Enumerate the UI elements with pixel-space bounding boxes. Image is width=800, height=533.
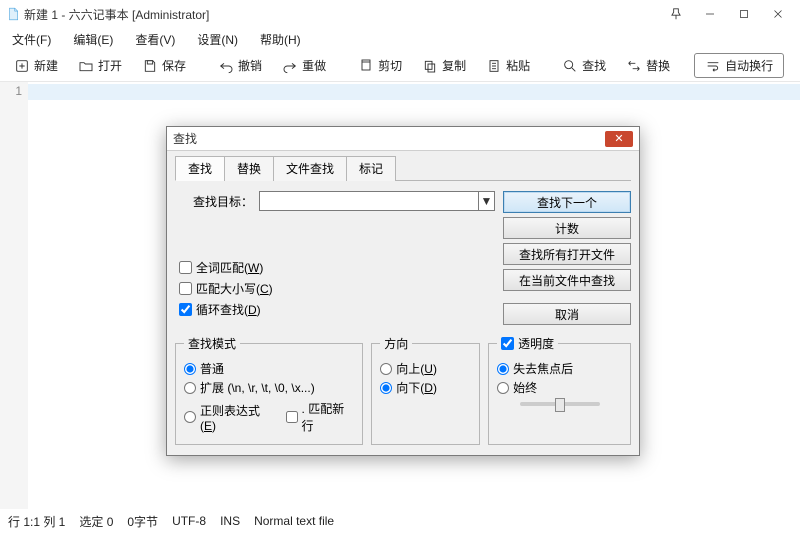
direction-down[interactable]: 向下(D) (380, 379, 471, 396)
tab-mark[interactable]: 标记 (346, 156, 396, 181)
search-mode-group: 查找模式 普通 扩展 (\n, \r, \t, \0, \x...) 正则表达式… (175, 335, 363, 445)
transparency-group: 透明度 失去焦点后 始终 (488, 335, 631, 445)
transparency-legend[interactable]: 透明度 (497, 335, 558, 352)
tab-find[interactable]: 查找 (175, 156, 225, 181)
new-icon (14, 58, 30, 74)
find-label: 查找 (582, 57, 606, 74)
find-in-current-button[interactable]: 在当前文件中查找 (503, 269, 631, 291)
menu-bar: 文件(F) 编辑(E) 查看(V) 设置(N) 帮助(H) (0, 28, 800, 50)
count-button[interactable]: 计数 (503, 217, 631, 239)
pin-icon[interactable] (668, 6, 684, 22)
open-label: 打开 (98, 57, 122, 74)
status-encoding: UTF-8 (172, 514, 206, 528)
replace-label: 替换 (646, 57, 670, 74)
dialog-close-button[interactable]: ✕ (605, 131, 633, 147)
save-icon (142, 58, 158, 74)
copy-icon (422, 58, 438, 74)
find-target-input[interactable] (260, 192, 478, 210)
replace-button[interactable]: 替换 (618, 54, 678, 77)
copy-button[interactable]: 复制 (414, 54, 474, 77)
dialog-title-bar[interactable]: 查找 ✕ (167, 127, 639, 151)
status-bar: 行 1:1 列 1 选定 0 0字节 UTF-8 INS Normal text… (0, 509, 800, 533)
open-button[interactable]: 打开 (70, 54, 130, 77)
close-button[interactable] (770, 6, 786, 22)
replace-icon (626, 58, 642, 74)
status-position: 行 1:1 列 1 (8, 513, 65, 530)
mode-normal[interactable]: 普通 (184, 360, 354, 377)
dot-matches-newline[interactable]: . 匹配新行 (286, 400, 355, 434)
title-bar: 新建 1 - 六六记事本 [Administrator] (0, 0, 800, 28)
search-mode-legend: 查找模式 (184, 335, 240, 352)
save-button[interactable]: 保存 (134, 54, 194, 77)
find-all-open-button[interactable]: 查找所有打开文件 (503, 243, 631, 265)
redo-label: 重做 (302, 57, 326, 74)
window-title: 新建 1 - 六六记事本 [Administrator] (24, 6, 209, 23)
paste-icon (486, 58, 502, 74)
copy-label: 复制 (442, 57, 466, 74)
menu-file[interactable]: 文件(F) (6, 29, 57, 50)
find-button[interactable]: 查找 (554, 54, 614, 77)
search-icon (562, 58, 578, 74)
save-label: 保存 (162, 57, 186, 74)
redo-icon (282, 58, 298, 74)
direction-legend: 方向 (380, 335, 412, 352)
redo-button[interactable]: 重做 (274, 54, 334, 77)
tab-replace[interactable]: 替换 (224, 156, 274, 181)
menu-edit[interactable]: 编辑(E) (67, 29, 119, 50)
status-bytes: 0字节 (127, 513, 158, 530)
direction-up[interactable]: 向上(U) (380, 360, 471, 377)
find-dialog: 查找 ✕ 查找 替换 文件查找 标记 查找目标： ▼ 全词匹配(W) 匹配大小 (166, 126, 640, 456)
line-gutter: 1 (0, 82, 28, 509)
open-icon (78, 58, 94, 74)
status-selection: 选定 0 (79, 513, 113, 530)
find-next-button[interactable]: 查找下一个 (503, 191, 631, 213)
menu-view[interactable]: 查看(V) (129, 29, 181, 50)
tab-files[interactable]: 文件查找 (273, 156, 347, 181)
paste-label: 粘贴 (506, 57, 530, 74)
find-target-label: 查找目标： (193, 193, 253, 210)
menu-help[interactable]: 帮助(H) (254, 29, 307, 50)
transparency-on-blur[interactable]: 失去焦点后 (497, 360, 622, 377)
cut-label: 剪切 (378, 57, 402, 74)
dialog-title: 查找 (173, 130, 197, 147)
status-filetype: Normal text file (254, 514, 334, 528)
wrap-button[interactable]: 自动换行 (694, 53, 784, 78)
whole-word-checkbox[interactable]: 全词匹配(W) (179, 259, 495, 276)
maximize-button[interactable] (736, 6, 752, 22)
transparency-slider[interactable] (520, 402, 600, 406)
cancel-button[interactable]: 取消 (503, 303, 631, 325)
menu-settings[interactable]: 设置(N) (191, 29, 244, 50)
cut-icon (358, 58, 374, 74)
find-target-combo[interactable]: ▼ (259, 191, 495, 211)
paste-button[interactable]: 粘贴 (478, 54, 538, 77)
document-icon (6, 7, 20, 21)
undo-label: 撤销 (238, 57, 262, 74)
toolbar: 新建 打开 保存 撤销 重做 剪切 复制 粘贴 查找 替换 自动换行 (0, 50, 800, 82)
transparency-always[interactable]: 始终 (497, 379, 622, 396)
current-line-highlight (28, 84, 800, 100)
status-insert: INS (220, 514, 240, 528)
cut-button[interactable]: 剪切 (350, 54, 410, 77)
wrap-around-checkbox[interactable]: 循环查找(D) (179, 301, 495, 318)
chevron-down-icon[interactable]: ▼ (478, 192, 494, 210)
wrap-icon (705, 58, 721, 74)
dialog-tabs: 查找 替换 文件查找 标记 (175, 155, 631, 181)
wrap-label: 自动换行 (725, 57, 773, 74)
mode-extended[interactable]: 扩展 (\n, \r, \t, \0, \x...) (184, 379, 354, 396)
undo-button[interactable]: 撤销 (210, 54, 270, 77)
match-case-checkbox[interactable]: 匹配大小写(C) (179, 280, 495, 297)
line-number: 1 (15, 84, 22, 98)
direction-group: 方向 向上(U) 向下(D) (371, 335, 480, 445)
undo-icon (218, 58, 234, 74)
new-button[interactable]: 新建 (6, 54, 66, 77)
new-label: 新建 (34, 57, 58, 74)
mode-regex[interactable]: 正则表达式(E) (184, 402, 274, 433)
minimize-button[interactable] (702, 6, 718, 22)
